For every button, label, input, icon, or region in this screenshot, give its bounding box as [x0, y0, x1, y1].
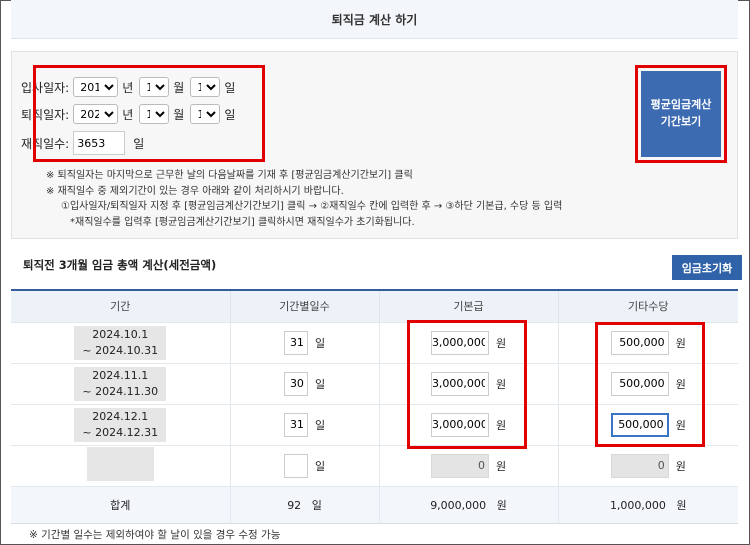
period-range	[86, 447, 154, 481]
note-1: ※ 퇴직일자는 마지막으로 근무한 날의 다음날짜를 기재 후 [평균임금계산기…	[46, 170, 413, 181]
day-unit: 일	[314, 459, 326, 473]
period-range: 2024.12.1 ~ 2024.12.31	[74, 407, 167, 442]
day-unit: 일	[314, 418, 326, 432]
base-pay-input[interactable]	[430, 371, 489, 396]
note-2: ※ 재직일수 중 제외기간이 있는 경우 아래와 같이 처리하시기 바랍니다.	[46, 185, 344, 197]
sum-allowance: 1,000,000 원	[557, 485, 738, 524]
leave-year-select[interactable]: 2025	[73, 104, 119, 124]
period-range: 2024.10.1 ~ 2024.10.31	[74, 325, 167, 360]
note-4: *재직일수를 입력후 [평균임금계산기간보기] 클릭하시면 재직일수가 초기화됩…	[70, 216, 415, 228]
bottom-note: ※ 기간별 일수는 제외하여야 할 날이 있을 경우 수정 가능	[29, 529, 281, 541]
instructions: ※ 퇴직일자는 마지막으로 근무한 날의 다음날짜를 기재 후 [평균임금계산기…	[46, 168, 562, 230]
period-days-input[interactable]	[283, 453, 308, 478]
header-base-pay: 기본급	[378, 289, 558, 322]
service-days-label: 재직일수:	[21, 136, 70, 151]
won-unit: 원	[675, 418, 686, 432]
won-unit: 원	[495, 418, 507, 432]
sum-label: 합계	[11, 485, 230, 524]
average-wage-period-button[interactable]: 평균임금계산기간보기	[641, 71, 721, 157]
day-unit: 일	[314, 336, 326, 350]
day-unit: 일	[314, 377, 326, 391]
service-days-unit: 일	[133, 136, 145, 151]
avg-button-line1: 평균임금계산	[650, 99, 712, 111]
service-days-input[interactable]	[73, 131, 126, 155]
won-unit: 원	[495, 459, 507, 473]
period-range: 2024.11.1 ~ 2024.11.30	[74, 366, 167, 401]
header-days: 기간별일수	[229, 289, 379, 322]
leave-day-select[interactable]: 1	[190, 104, 221, 124]
sum-base-pay: 9,000,000 원	[378, 485, 558, 524]
month-unit: 월	[173, 107, 185, 122]
won-unit: 원	[495, 336, 507, 350]
allowance-input[interactable]	[610, 330, 669, 355]
table-sum-row: 합계 92 일 9,000,000 원 1,000,000 원	[11, 485, 738, 524]
header-period: 기간	[11, 289, 230, 322]
table-row: 2024.11.1~ 2024.11.30 일 원 원	[11, 362, 738, 404]
allowance-input[interactable]	[610, 412, 669, 437]
table-row: 2024.12.1~ 2024.12.31 일 원 원	[11, 403, 738, 445]
won-unit: 원	[675, 459, 686, 473]
period-days-input[interactable]	[283, 371, 308, 396]
table-header-row: 기간 기간별일수 기본급 기타수당	[11, 289, 738, 322]
reset-wage-button[interactable]: 임금초기화	[672, 255, 742, 280]
table-row: 일 원 원	[11, 444, 738, 486]
period-days-input[interactable]	[283, 412, 308, 437]
hire-date-label: 입사일자:	[21, 80, 70, 95]
won-unit: 원	[675, 377, 686, 391]
year-unit: 년	[122, 80, 134, 95]
service-days-row: 재직일수: 일	[21, 131, 144, 155]
base-pay-input[interactable]	[430, 453, 489, 478]
page-title: 퇴직금 계산 하기	[11, 0, 738, 39]
period-days-input[interactable]	[283, 330, 308, 355]
won-unit: 원	[495, 377, 507, 391]
note-3: ①입사일자/퇴직일자 지정 후 [평균임금계산기간보기] 클릭 → ②재직일수 …	[61, 201, 563, 212]
month-unit: 월	[173, 80, 185, 95]
leave-date-row: 퇴직일자: 2025 년 1 월 1 일	[21, 104, 241, 124]
section-title: 퇴직전 3개월 임금 총액 계산(세전금액)	[23, 258, 217, 272]
header-allowance: 기타수당	[557, 289, 738, 322]
sum-days: 92 일	[229, 485, 379, 524]
won-unit: 원	[675, 336, 686, 350]
hire-day-select[interactable]: 1	[190, 77, 221, 97]
day-unit: 일	[224, 80, 236, 95]
table-row: 2024.10.1~ 2024.10.31 일 원 원	[11, 321, 738, 363]
avg-button-line2: 기간보기	[660, 116, 702, 128]
leave-month-select[interactable]: 1	[139, 104, 170, 124]
leave-date-label: 퇴직일자:	[21, 107, 70, 122]
base-pay-input[interactable]	[430, 412, 489, 437]
day-unit: 일	[224, 107, 236, 122]
year-unit: 년	[122, 107, 134, 122]
hire-year-select[interactable]: 2015	[73, 77, 119, 97]
base-pay-input[interactable]	[430, 330, 489, 355]
hire-date-row: 입사일자: 2015 년 1 월 1 일	[21, 77, 241, 97]
allowance-input[interactable]	[610, 371, 669, 396]
wage-table: 기간 기간별일수 기본급 기타수당 2024.10.1 ~ 2024.10.31 …	[11, 289, 738, 524]
hire-month-select[interactable]: 1	[139, 77, 170, 97]
allowance-input[interactable]	[610, 453, 669, 478]
